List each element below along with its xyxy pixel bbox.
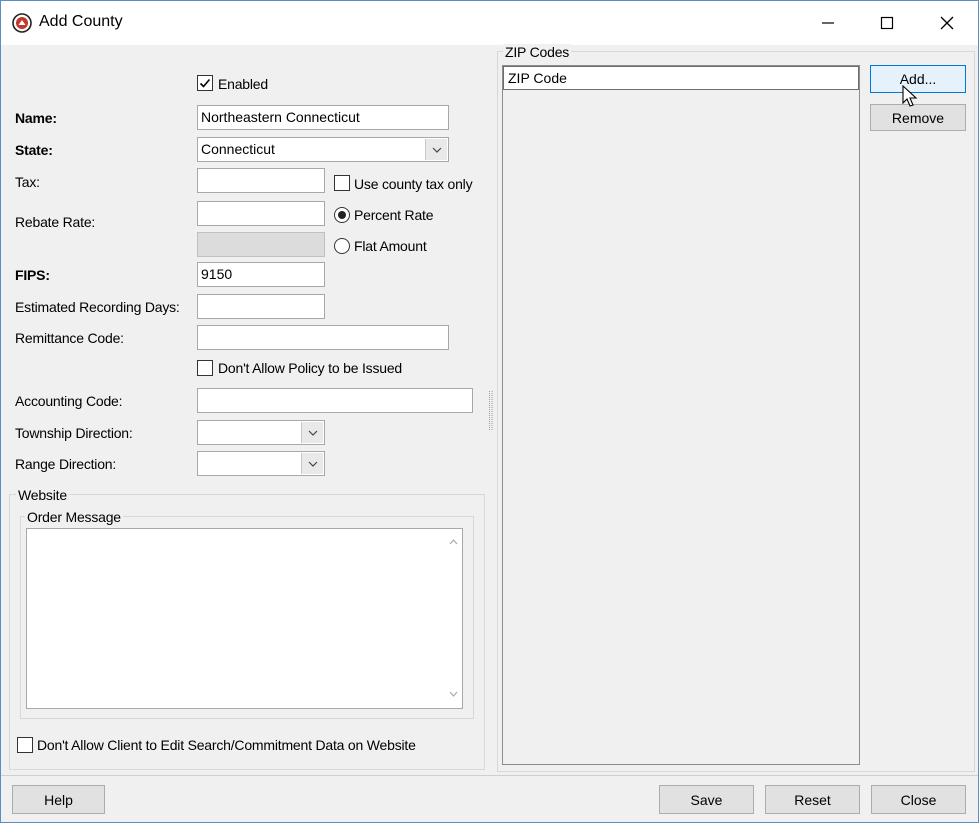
save-button[interactable]: Save bbox=[659, 785, 754, 814]
name-label: Name: bbox=[15, 110, 57, 126]
checkmark-icon bbox=[199, 78, 211, 88]
add-zip-button[interactable]: Add... bbox=[870, 65, 966, 93]
state-label: State: bbox=[15, 142, 53, 158]
accounting-code-label: Accounting Code: bbox=[15, 393, 123, 409]
zip-code-column-header[interactable]: ZIP Code bbox=[503, 66, 859, 90]
dont-allow-client-edit-label: Don't Allow Client to Edit Search/Commit… bbox=[37, 737, 416, 753]
accounting-code-input[interactable] bbox=[197, 388, 473, 413]
use-county-tax-only-label: Use county tax only bbox=[354, 176, 473, 192]
splitter-grip-icon bbox=[489, 391, 493, 431]
percent-rate-radio[interactable] bbox=[334, 207, 350, 223]
close-window-button[interactable] bbox=[918, 1, 976, 45]
order-message-label: Order Message bbox=[25, 509, 123, 525]
footer-divider bbox=[1, 775, 978, 776]
range-direction-label: Range Direction: bbox=[15, 456, 117, 472]
chevron-down-icon bbox=[308, 430, 317, 436]
order-message-textarea[interactable] bbox=[26, 528, 463, 709]
minimize-button[interactable] bbox=[799, 1, 857, 45]
add-county-dialog: Add County Enabled Name: Northeastern Co… bbox=[0, 0, 979, 823]
use-county-tax-only-checkbox[interactable] bbox=[334, 175, 350, 191]
remittance-code-label: Remittance Code: bbox=[15, 330, 124, 346]
maximize-icon bbox=[880, 16, 894, 30]
rebate-amount-input-disabled bbox=[197, 232, 325, 257]
reset-button[interactable]: Reset bbox=[765, 785, 860, 814]
app-logo-icon bbox=[12, 13, 32, 33]
rebate-rate-input[interactable] bbox=[197, 201, 325, 226]
window-title: Add County bbox=[39, 13, 123, 30]
scroll-down-icon[interactable] bbox=[449, 691, 458, 697]
chevron-down-icon bbox=[308, 461, 317, 467]
mouse-cursor-icon bbox=[902, 85, 918, 107]
chevron-down-icon bbox=[432, 147, 441, 153]
zip-codes-list[interactable]: ZIP Code bbox=[502, 65, 860, 765]
splitter-grip[interactable] bbox=[488, 391, 494, 431]
tax-input[interactable] bbox=[197, 168, 325, 193]
fips-input[interactable]: 9150 bbox=[197, 262, 325, 287]
remittance-code-input[interactable] bbox=[197, 325, 449, 350]
flat-amount-radio[interactable] bbox=[334, 238, 350, 254]
enabled-label: Enabled bbox=[218, 76, 268, 92]
state-dropdown-button[interactable] bbox=[425, 139, 447, 160]
radio-selected-dot bbox=[338, 211, 346, 219]
help-button[interactable]: Help bbox=[12, 785, 105, 814]
close-icon bbox=[940, 16, 954, 30]
dont-allow-policy-label: Don't Allow Policy to be Issued bbox=[218, 360, 403, 376]
fips-label: FIPS: bbox=[15, 267, 50, 283]
dont-allow-client-edit-checkbox[interactable] bbox=[17, 737, 33, 753]
rebate-rate-label: Rebate Rate: bbox=[15, 214, 96, 230]
minimize-icon bbox=[822, 22, 834, 24]
tax-label: Tax: bbox=[15, 174, 40, 190]
township-direction-select[interactable] bbox=[197, 420, 325, 445]
title-bar[interactable]: Add County bbox=[1, 1, 978, 45]
range-direction-dropdown-button[interactable] bbox=[301, 453, 323, 474]
name-input[interactable]: Northeastern Connecticut bbox=[197, 105, 449, 130]
state-select[interactable]: Connecticut bbox=[197, 137, 449, 162]
range-direction-select[interactable] bbox=[197, 451, 325, 476]
estimated-recording-days-label: Estimated Recording Days: bbox=[15, 299, 180, 315]
dont-allow-policy-checkbox[interactable] bbox=[197, 360, 213, 376]
close-button[interactable]: Close bbox=[871, 785, 966, 814]
maximize-button[interactable] bbox=[858, 1, 916, 45]
state-select-value: Connecticut bbox=[201, 141, 275, 157]
website-group-label: Website bbox=[16, 487, 69, 503]
scroll-up-icon[interactable] bbox=[449, 539, 458, 545]
enabled-checkbox[interactable] bbox=[197, 75, 213, 91]
township-direction-label: Township Direction: bbox=[15, 425, 133, 441]
remove-zip-button[interactable]: Remove bbox=[870, 104, 966, 131]
order-message-scrollbar[interactable] bbox=[445, 529, 462, 708]
zip-codes-group-label: ZIP Codes bbox=[503, 44, 572, 60]
estimated-recording-days-input[interactable] bbox=[197, 294, 325, 319]
percent-rate-label: Percent Rate bbox=[354, 207, 434, 223]
flat-amount-label: Flat Amount bbox=[354, 238, 427, 254]
township-direction-dropdown-button[interactable] bbox=[301, 422, 323, 443]
